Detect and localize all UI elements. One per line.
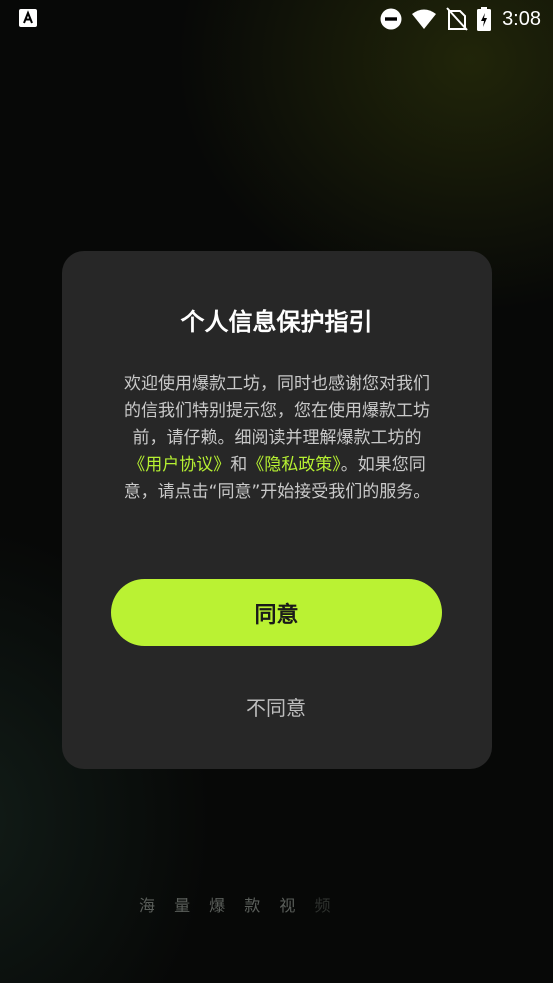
dialog-body: 欢迎使用爆款工坊，同时也感谢您对我们的信我们特别提示您，您在使用爆款工坊前，请仔… [116,371,438,506]
no-sim-icon [446,7,468,31]
wifi-icon [412,9,437,29]
do-not-disturb-icon [380,8,402,30]
agree-button[interactable]: 同意 [111,579,442,646]
status-icons: 3:08 [380,6,541,32]
user-agreement-link[interactable]: 《用户协议》 [128,455,230,475]
dialog-body-text: 欢迎使用爆款工坊，同时也感谢您对我们的信我们特别提示您，您在使用爆款工坊前，请仔… [124,374,430,448]
status-bar: 3:08 [0,0,553,38]
dialog-title: 个人信息保护指引 [180,308,373,336]
status-time: 3:08 [502,7,541,30]
background-slogan-text: 海 量 爆 款 视 [139,896,303,915]
battery-charging-icon [477,7,492,31]
app-notification-icon [19,9,37,27]
dialog-body-and: 和 [230,455,248,475]
background-slogan: 海 量 爆 款 视 频 [139,892,337,916]
disagree-button[interactable]: 不同意 [196,686,356,726]
privacy-policy-link[interactable]: 《隐私政策》 [247,455,341,475]
background-slogan-faded: 频 [314,896,338,915]
